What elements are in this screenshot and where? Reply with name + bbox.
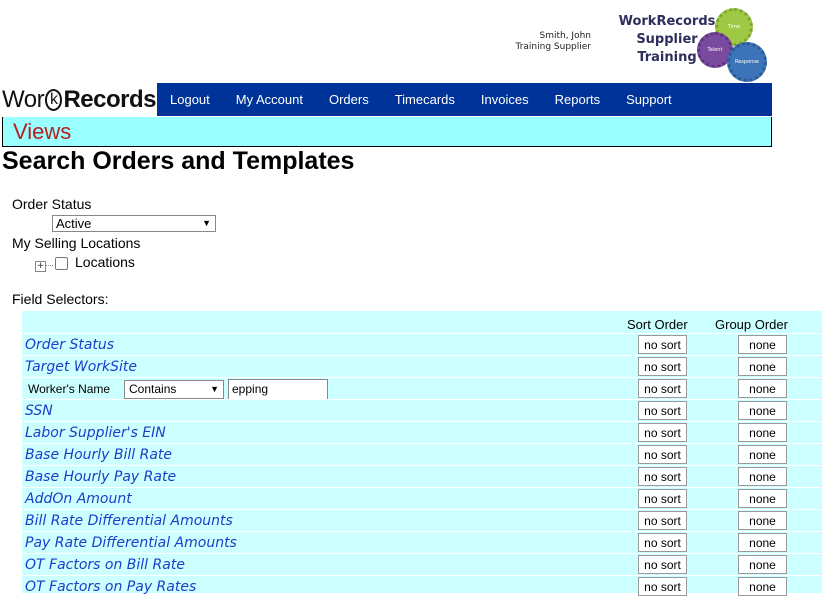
nav-support[interactable]: Support — [613, 92, 685, 107]
field-row: AddOn Amount no sort none — [22, 487, 822, 510]
locations-checkbox[interactable] — [55, 257, 68, 270]
field-row: Base Hourly Pay Rate no sort none — [22, 465, 822, 488]
field-link-order-status[interactable]: Order Status — [25, 337, 114, 353]
field-link-addon-amount[interactable]: AddOn Amount — [25, 491, 132, 507]
field-link-ot-factors-bill-rate[interactable]: OT Factors on Bill Rate — [25, 557, 185, 573]
group-button[interactable]: none — [738, 401, 787, 420]
dropdown-arrow-icon: ▼ — [202, 218, 211, 228]
gear-icon-response: Response — [727, 42, 767, 82]
order-status-label: Order Status — [12, 196, 92, 212]
locations-tree-item[interactable]: Locations — [75, 254, 135, 270]
user-name: Smith, John — [539, 31, 591, 41]
nav-invoices[interactable]: Invoices — [468, 92, 542, 107]
selling-locations-label: My Selling Locations — [12, 235, 141, 251]
field-row: OT Factors on Pay Rates no sort none — [22, 575, 822, 598]
field-row: Bill Rate Differential Amounts no sort n… — [22, 509, 822, 532]
group-button[interactable]: none — [738, 335, 787, 354]
field-link-base-hourly-pay-rate[interactable]: Base Hourly Pay Rate — [25, 469, 176, 485]
field-row-workers-name: Worker's Name Contains ▼ epping no sort … — [22, 377, 822, 400]
page-title: Search Orders and Templates — [2, 147, 355, 175]
tree-connector — [45, 265, 53, 266]
nav-my-account[interactable]: My Account — [223, 92, 316, 107]
dropdown-arrow-icon: ▼ — [210, 384, 219, 394]
workers-name-input[interactable]: epping — [228, 379, 328, 400]
field-selectors-label: Field Selectors: — [12, 291, 109, 307]
group-button[interactable]: none — [738, 511, 787, 530]
supplier-training-logo: WorkRecords Supplier Training Time Talen… — [605, 4, 775, 82]
field-link-ssn[interactable]: SSN — [25, 403, 53, 419]
group-button[interactable]: none — [738, 489, 787, 508]
main-nav: Logout My Account Orders Timecards Invoi… — [157, 83, 772, 116]
nav-logout[interactable]: Logout — [157, 92, 223, 107]
sort-button[interactable]: no sort — [638, 467, 687, 486]
group-button[interactable]: none — [738, 533, 787, 552]
group-order-header: Group Order — [715, 317, 788, 332]
sort-button[interactable]: no sort — [638, 379, 687, 398]
sort-button[interactable]: no sort — [638, 555, 687, 574]
field-link-base-hourly-bill-rate[interactable]: Base Hourly Bill Rate — [25, 447, 172, 463]
sort-button[interactable]: no sort — [638, 533, 687, 552]
field-row: Target WorkSite no sort none — [22, 355, 822, 378]
sort-order-header: Sort Order — [627, 317, 688, 332]
field-selectors-panel: Sort Order Group Order Order Status no s… — [22, 311, 822, 596]
order-status-select[interactable]: Active ▼ — [52, 215, 216, 232]
views-title: Views — [13, 119, 72, 144]
field-row: Base Hourly Bill Rate no sort none — [22, 443, 822, 466]
field-link-bill-rate-differential[interactable]: Bill Rate Differential Amounts — [25, 513, 233, 529]
user-info: Smith, John Training Supplier — [516, 31, 591, 53]
field-row: SSN no sort none — [22, 399, 822, 422]
field-link-labor-supplier-ein[interactable]: Labor Supplier's EIN — [25, 425, 166, 441]
user-role: Training Supplier — [515, 42, 591, 52]
field-row: Order Status no sort none — [22, 333, 822, 356]
group-button[interactable]: none — [738, 467, 787, 486]
workrecords-logo[interactable]: Wor k Records — [2, 84, 156, 116]
sort-button[interactable]: no sort — [638, 489, 687, 508]
field-row: Labor Supplier's EIN no sort none — [22, 421, 822, 444]
sort-button[interactable]: no sort — [638, 335, 687, 354]
nav-orders[interactable]: Orders — [316, 92, 382, 107]
group-button[interactable]: none — [738, 423, 787, 442]
sort-button[interactable]: no sort — [638, 423, 687, 442]
group-button[interactable]: none — [738, 555, 787, 574]
group-button[interactable]: none — [738, 379, 787, 398]
sort-button[interactable]: no sort — [638, 511, 687, 530]
views-bar: Views — [2, 117, 772, 147]
group-button[interactable]: none — [738, 357, 787, 376]
tree-expand-icon[interactable]: + — [35, 261, 46, 272]
field-link-target-worksite[interactable]: Target WorkSite — [25, 359, 137, 375]
nav-timecards[interactable]: Timecards — [382, 92, 468, 107]
sort-button[interactable]: no sort — [638, 445, 687, 464]
field-row: Pay Rate Differential Amounts no sort no… — [22, 531, 822, 554]
field-row: OT Factors on Bill Rate no sort none — [22, 553, 822, 576]
sort-button[interactable]: no sort — [638, 357, 687, 376]
field-link-pay-rate-differential[interactable]: Pay Rate Differential Amounts — [25, 535, 237, 551]
sort-button[interactable]: no sort — [638, 577, 687, 596]
nav-reports[interactable]: Reports — [542, 92, 614, 107]
group-button[interactable]: none — [738, 577, 787, 596]
group-button[interactable]: none — [738, 445, 787, 464]
sort-button[interactable]: no sort — [638, 401, 687, 420]
workers-name-operator-select[interactable]: Contains ▼ — [124, 380, 224, 399]
workers-name-label: Worker's Name — [28, 382, 111, 396]
